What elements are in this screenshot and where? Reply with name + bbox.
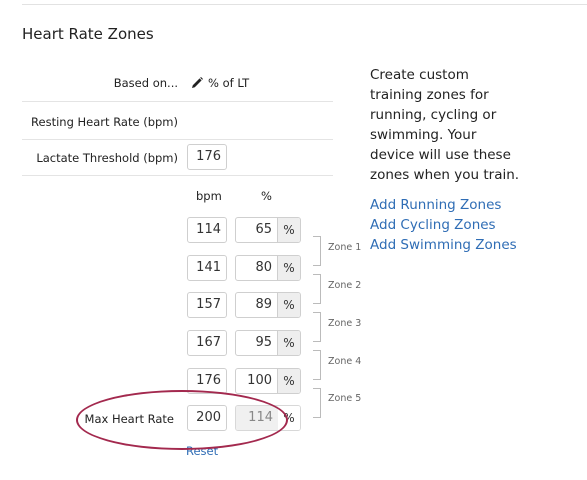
zone-bracket [313, 388, 321, 418]
max-hr-percent-value: 114 [236, 406, 278, 430]
zone-5-bpm-input[interactable]: 176 [187, 368, 227, 394]
add-cycling-zones-link[interactable]: Add Cycling Zones [370, 217, 496, 233]
zone-2-label: Zone 2 [328, 280, 362, 291]
zone-4-percent-input[interactable]: 95 % [235, 330, 301, 356]
percent-addon: % [278, 406, 300, 430]
zone-5-percent-value[interactable]: 100 [236, 369, 277, 393]
zone-1-label: Zone 1 [328, 242, 362, 253]
percent-addon: % [277, 369, 300, 393]
percent-column-header: % [261, 189, 272, 203]
zone-bracket [313, 236, 321, 266]
zone-4-bpm-input[interactable]: 167 [187, 330, 227, 356]
percent-addon: % [277, 293, 300, 317]
zone-3-label: Zone 3 [328, 318, 362, 329]
percent-addon: % [277, 256, 300, 280]
max-hr-percent-input: 114 % [235, 405, 301, 431]
zone-5-percent-input[interactable]: 100 % [235, 368, 301, 394]
zone-1-bpm-input[interactable]: 114 [187, 217, 227, 243]
zone-1-percent-value[interactable]: 65 [236, 218, 277, 242]
reset-link[interactable]: Reset [186, 444, 218, 458]
zone-2-bpm-input[interactable]: 141 [187, 255, 227, 281]
resting-hr-label: Resting Heart Rate (bpm) [31, 115, 178, 129]
zone-4-label: Zone 4 [328, 356, 362, 367]
max-hr-bpm-input[interactable]: 200 [187, 405, 227, 431]
zone-1-percent-input[interactable]: 65 % [235, 217, 301, 243]
zone-3-percent-input[interactable]: 89 % [235, 292, 301, 318]
zone-bracket [313, 312, 321, 342]
zones-info-text: Create custom training zones for running… [370, 67, 520, 183]
lactate-threshold-input[interactable]: 176 [187, 144, 227, 170]
zone-4-percent-value[interactable]: 95 [236, 331, 277, 355]
zone-bracket [313, 350, 321, 380]
zone-bracket [313, 274, 321, 304]
divider [22, 139, 333, 140]
add-swimming-zones-link[interactable]: Add Swimming Zones [370, 237, 517, 253]
divider [22, 175, 333, 176]
percent-addon: % [277, 331, 300, 355]
based-on-value: % of LT [208, 76, 250, 90]
percent-addon: % [277, 218, 300, 242]
page-title: Heart Rate Zones [22, 25, 154, 43]
pencil-icon [192, 77, 203, 88]
lactate-threshold-label: Lactate Threshold (bpm) [36, 151, 178, 165]
bpm-column-header: bpm [196, 189, 222, 203]
add-running-zones-link[interactable]: Add Running Zones [370, 197, 501, 213]
based-on-selector[interactable]: % of LT [191, 76, 249, 90]
zone-3-percent-value[interactable]: 89 [236, 293, 277, 317]
based-on-label: Based on... [113, 76, 178, 90]
zone-5-label: Zone 5 [328, 393, 362, 404]
zone-3-bpm-input[interactable]: 157 [187, 292, 227, 318]
top-divider [22, 4, 587, 5]
zone-2-percent-input[interactable]: 80 % [235, 255, 301, 281]
divider [22, 101, 333, 102]
zone-2-percent-value[interactable]: 80 [236, 256, 277, 280]
max-hr-label: Max Heart Rate [84, 412, 174, 426]
